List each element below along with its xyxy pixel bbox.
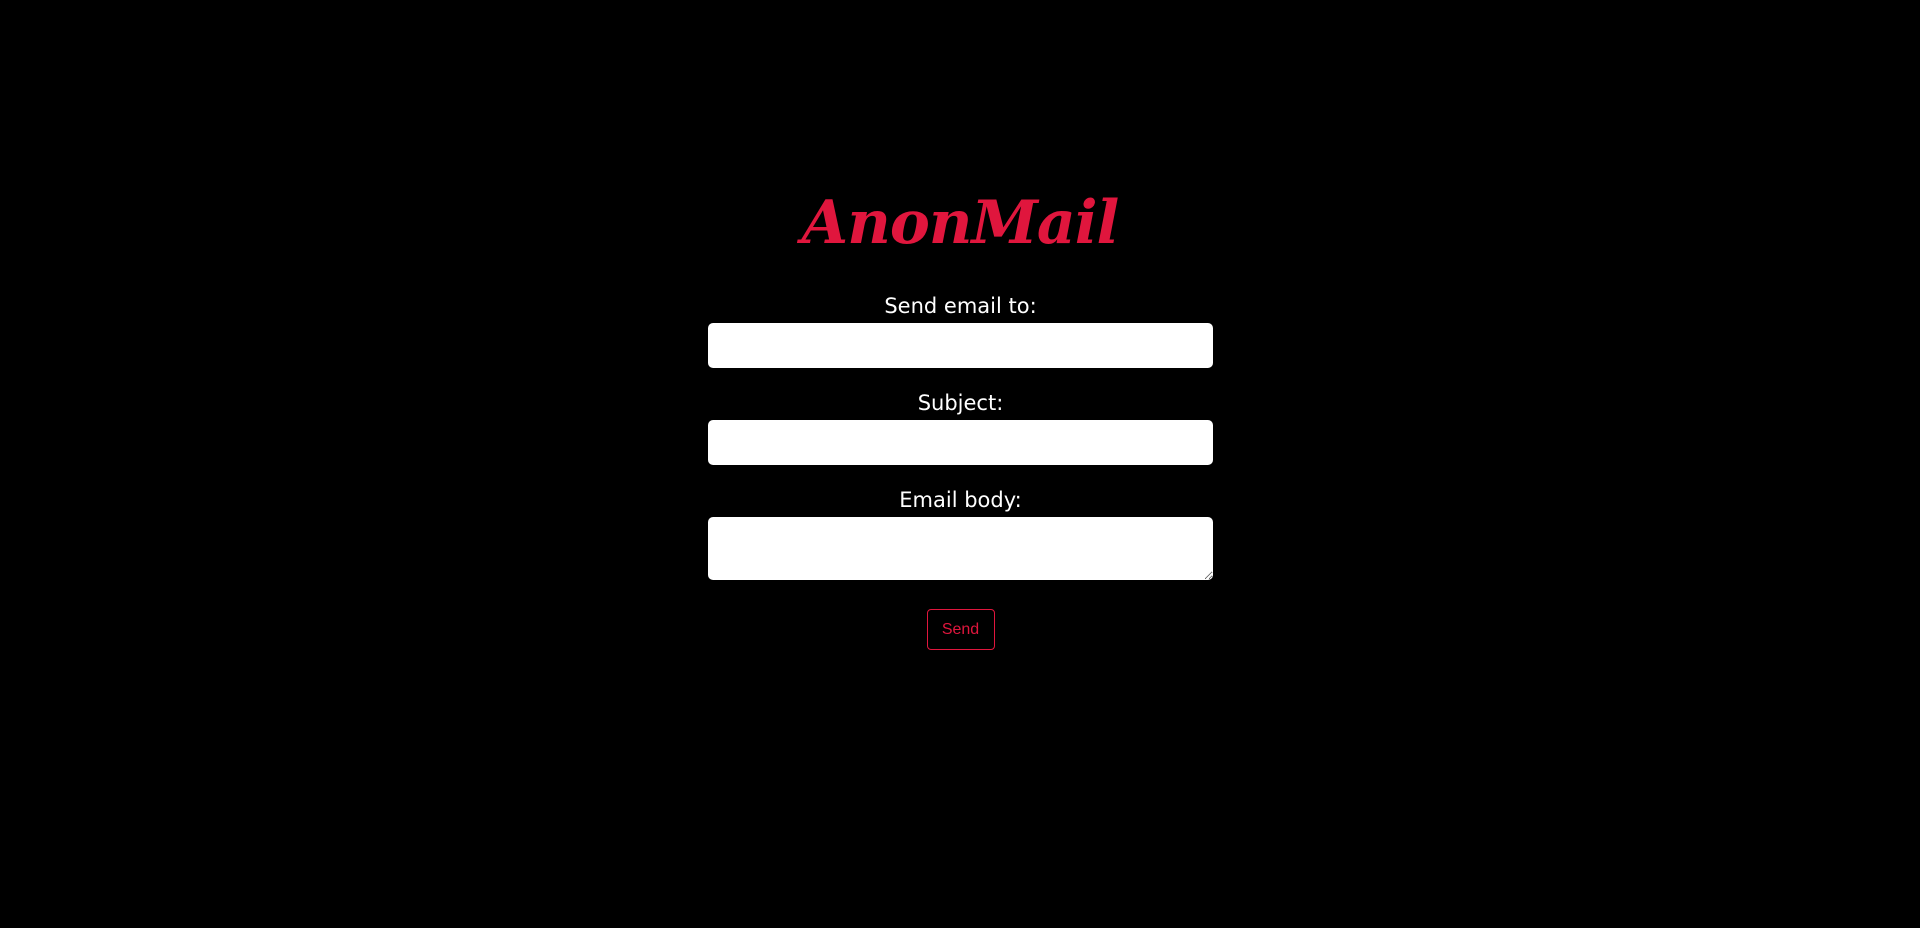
subject-input[interactable] [708,420,1213,465]
email-body-textarea[interactable] [708,517,1213,580]
page: AnonMail Send email to: Subject: Email b… [0,0,1920,928]
email-form: Send email to: Subject: Email body: Send [708,292,1213,650]
email-body-label: Email body: [899,488,1022,512]
send-to-input[interactable] [708,323,1213,368]
subject-label: Subject: [917,391,1004,415]
app-logo: AnonMail [801,188,1120,258]
send-button[interactable]: Send [926,609,995,650]
send-to-label: Send email to: [884,294,1037,318]
